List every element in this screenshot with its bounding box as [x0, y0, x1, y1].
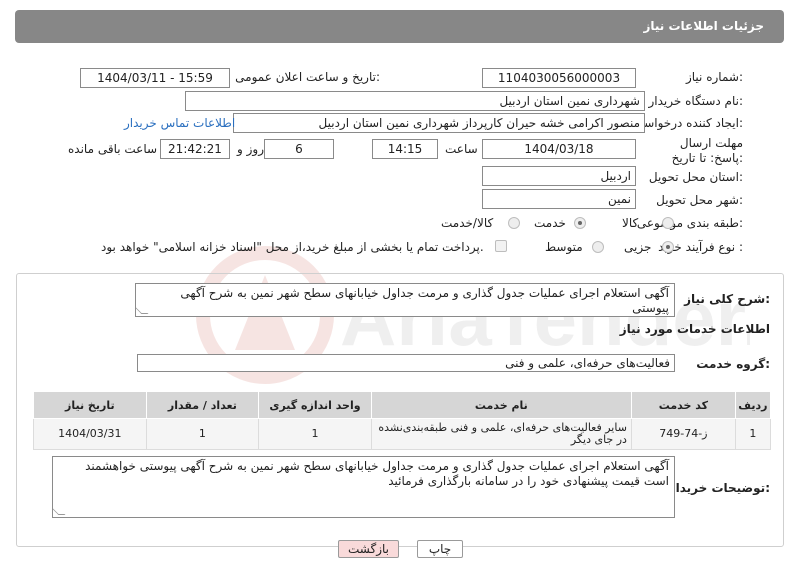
deadline-label: مهلت ارسال پاسخ: تا تاریخ: — [671, 136, 743, 165]
col-service-name: نام خدمت — [370, 391, 632, 419]
cell-unit: 1 — [258, 418, 372, 450]
services-table: ردیف کد خدمت نام خدمت واحد اندازه گیری ت… — [33, 391, 772, 450]
table-row: 1 ز-74-749 سایر فعالیت‌های حرفه‌ای، علمی… — [33, 418, 772, 450]
days-remaining-field: 6 — [264, 139, 334, 159]
province-field: اردبیل — [482, 166, 636, 186]
process-label-medium: متوسط — [545, 240, 583, 254]
category-label-service: خدمت — [534, 216, 566, 230]
treasury-payment-checkbox[interactable] — [495, 240, 507, 252]
city-field: نمین — [482, 189, 636, 209]
need-number-label: شماره نیاز: — [685, 70, 743, 84]
service-group-label: گروه خدمت: — [696, 357, 770, 371]
cell-need-date: 1404/03/31 — [33, 418, 147, 450]
requester-label: ایجاد کننده درخواست: — [632, 116, 743, 130]
category-radio-goods-service[interactable] — [508, 217, 520, 229]
cell-service-code: ز-74-749 — [630, 418, 736, 450]
buyer-notes-label: توضیحات خریدار: — [668, 481, 770, 495]
announce-datetime-label: تاریخ و ساعت اعلان عمومی: — [235, 70, 380, 84]
resize-grip-icon — [53, 508, 66, 515]
time-remaining-label: ساعت باقی مانده — [68, 142, 158, 156]
print-button[interactable]: چاپ — [417, 540, 463, 558]
process-radio-medium[interactable] — [592, 241, 604, 253]
col-quantity: تعداد / مقدار — [145, 391, 260, 419]
back-button[interactable]: بازگشت — [338, 540, 399, 558]
general-desc-textarea[interactable]: آگهی استعلام اجرای عملیات جدول گذاری و م… — [135, 283, 675, 317]
buyer-org-label: نام دستگاه خریدار: — [648, 94, 744, 108]
need-number-field: 1104030056000003 — [482, 68, 636, 88]
general-desc-label: شرح کلی نیاز: — [684, 292, 770, 306]
col-service-code: کد خدمت — [630, 391, 736, 419]
process-label-minor: جزیی — [624, 240, 652, 254]
buyer-org-field: شهرداری نمین استان اردبیل — [185, 91, 645, 111]
buyer-notes-text: آگهی استعلام اجرای عملیات جدول گذاری و م… — [85, 459, 669, 488]
resize-grip-icon — [136, 307, 149, 314]
announce-datetime-field: 1404/03/11 - 15:59 — [80, 68, 230, 88]
process-radio-minor[interactable] — [662, 241, 674, 253]
requester-field: منصور اکرامی خشه حیران کارپرداز شهرداری … — [233, 113, 645, 133]
treasury-payment-note: پرداخت تمام یا بخشی از مبلغ خرید،از محل … — [101, 240, 484, 254]
time-remaining-field: 21:42:21 — [160, 139, 230, 159]
col-unit: واحد اندازه گیری — [258, 391, 372, 419]
page-title: جزئیات اطلاعات نیاز — [643, 19, 764, 33]
deadline-time-label: ساعت — [445, 142, 478, 156]
service-group-field: فعالیت‌های حرفه‌ای، علمی و فنی — [137, 354, 675, 372]
col-row-number: ردیف — [734, 391, 772, 419]
table-header-row: ردیف کد خدمت نام خدمت واحد اندازه گیری ت… — [33, 391, 772, 419]
cell-service-name: سایر فعالیت‌های حرفه‌ای، علمی و فنی طبقه… — [370, 418, 632, 450]
category-label: طبقه بندی موضوعی: — [636, 216, 743, 230]
general-desc-text: آگهی استعلام اجرای عملیات جدول گذاری و م… — [180, 286, 669, 315]
province-label: استان محل تحویل: — [648, 170, 743, 184]
category-radio-goods[interactable] — [662, 217, 674, 229]
buyer-notes-textarea[interactable]: آگهی استعلام اجرای عملیات جدول گذاری و م… — [52, 456, 675, 518]
col-need-date: تاریخ نیاز — [33, 391, 147, 419]
contact-info-link[interactable]: اطلاعات تماس خریدار — [124, 116, 235, 130]
deadline-date-field: 1404/03/18 — [482, 139, 636, 159]
cell-row-number: 1 — [734, 418, 772, 450]
deadline-time-field: 14:15 — [372, 139, 438, 159]
cell-quantity: 1 — [145, 418, 260, 450]
category-label-goods: کالا — [622, 216, 639, 230]
services-info-heading: اطلاعات خدمات مورد نیاز — [619, 322, 770, 336]
category-label-goods-service: کالا/خدمت — [441, 216, 494, 230]
days-label: روز و — [237, 142, 264, 156]
page-header: جزئیات اطلاعات نیاز — [15, 10, 784, 43]
city-label: شهر محل تحویل: — [656, 193, 743, 207]
category-radio-service[interactable] — [574, 217, 586, 229]
